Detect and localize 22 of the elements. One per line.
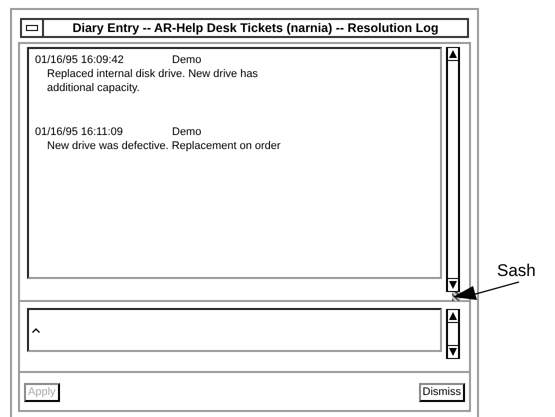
entry-author: Demo	[172, 53, 202, 67]
entry-text: Replaced internal disk drive. New drive has	[47, 67, 258, 81]
entry-timestamp: 01/16/95 16:09:42	[35, 53, 125, 67]
scroll-thumb[interactable]	[448, 323, 458, 345]
entry-timestamp: 01/16/95 16:11:09	[35, 125, 124, 139]
entry-text: New drive was defective. Replacement on order	[47, 139, 281, 153]
dialog-button[interactable]: Dismiss	[418, 383, 465, 402]
scroll-thumb[interactable]	[448, 61, 458, 278]
scroll-down-icon[interactable]	[448, 279, 458, 291]
annotation-label: Sash	[497, 260, 536, 282]
annotation-arrow	[452, 281, 520, 301]
log-text-area[interactable]: 01/16/95 16:09:42 Demo Replaced internal disk drive. New drive has additional capacity. 01/16/95 16:11:09 Demo New drive was defective. Replacement on order	[27, 47, 442, 279]
menu-icon	[26, 25, 38, 31]
scroll-up-icon[interactable]	[448, 310, 458, 322]
scroll-up-icon[interactable]	[448, 48, 458, 60]
window-title: Diary Entry -- AR-Help Desk Tickets (narnia) -- Resolution Log	[71, 22, 440, 34]
entry-author: Demo	[172, 125, 202, 139]
entry-text: additional capacity.	[47, 81, 140, 95]
entry-input-field[interactable]	[27, 308, 442, 352]
scroll-down-icon[interactable]	[448, 346, 458, 358]
vertical-scrollbar[interactable]	[446, 309, 460, 359]
text-cursor-icon	[32, 328, 40, 332]
